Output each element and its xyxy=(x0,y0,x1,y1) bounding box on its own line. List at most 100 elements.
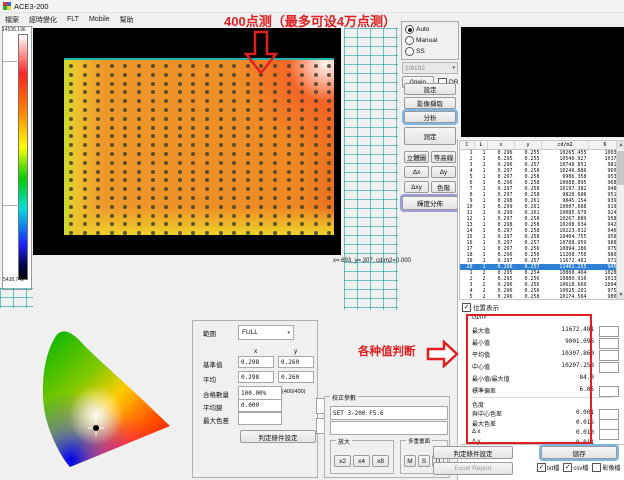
measurement-table[interactable]: CLxycd/m2K110.2960.25510265.45510038210.… xyxy=(459,140,624,300)
measurement-point xyxy=(123,117,127,121)
radio-manual[interactable]: Manual xyxy=(405,35,458,46)
ref-field-y[interactable]: 0.260 xyxy=(278,371,314,383)
range-label: 範圍 xyxy=(203,328,216,338)
measurement-point xyxy=(327,222,331,226)
measurement-point xyxy=(327,178,331,182)
ref-field-y[interactable]: 0.260 xyxy=(278,356,314,368)
scroll-down-icon[interactable]: ▼ xyxy=(617,291,624,299)
solid-view-button[interactable]: 立體圖 xyxy=(404,151,429,163)
file-check-txt檔[interactable]: ✓txt檔 xyxy=(537,463,559,472)
excel-report-button[interactable]: Excel Report xyxy=(433,462,513,475)
measurement-display[interactable] xyxy=(33,28,341,255)
measurement-point xyxy=(287,222,291,226)
measurement-point xyxy=(246,214,250,218)
colorbar-min-label: 5438.749 xyxy=(3,277,33,283)
max-color-diff-field[interactable] xyxy=(238,412,282,425)
file-check-csv檔[interactable]: ✓csv檔 xyxy=(563,463,588,472)
measurement-point xyxy=(259,222,263,226)
zoom-x4-button[interactable]: x4 xyxy=(353,455,370,467)
judge-condition-button-2[interactable]: 判定條件設定 xyxy=(433,446,513,459)
measurement-point xyxy=(96,231,100,235)
checkbox-icon: ✓ xyxy=(563,463,572,472)
stat-label: 最大值 xyxy=(472,326,490,335)
measurement-point xyxy=(69,143,73,147)
multi-m-button[interactable]: M xyxy=(404,455,416,467)
stat-row: 最小值/最大值84.0 xyxy=(472,374,594,383)
save-button[interactable]: 儲存 xyxy=(541,446,617,459)
measure-button[interactable]: 測定 xyxy=(404,127,456,145)
delta-x-button[interactable]: Δx xyxy=(404,166,429,178)
measurement-point xyxy=(164,82,168,86)
ref-field-x[interactable]: 0.298 xyxy=(238,356,274,368)
radio-ss[interactable]: SS xyxy=(405,46,458,57)
measurement-point xyxy=(259,134,263,138)
measurement-point xyxy=(300,222,304,226)
measurement-point xyxy=(191,170,195,174)
measurement-point xyxy=(83,187,87,191)
measurement-point xyxy=(205,73,209,77)
menu-item[interactable]: 幫助 xyxy=(120,15,134,25)
capture-button[interactable]: 影像擷取 xyxy=(404,97,456,109)
measurement-point xyxy=(178,214,182,218)
calibration-preset-field[interactable]: SET 3-200 F5.6 xyxy=(330,406,448,420)
measurement-point xyxy=(191,73,195,77)
measurement-point xyxy=(314,73,318,77)
stat-value: 0.011 xyxy=(576,439,594,446)
scrollbar-thumb[interactable] xyxy=(617,151,624,185)
stat-value: 11672.481 xyxy=(561,326,594,335)
ref-field-x[interactable]: 0.298 xyxy=(238,371,274,383)
measurement-point xyxy=(83,214,87,218)
menu-item[interactable]: FLT xyxy=(67,16,79,23)
measurement-point xyxy=(232,117,236,121)
position-display-checkbox[interactable]: ✓ 位置表示 xyxy=(462,302,499,312)
measurement-point xyxy=(164,205,168,209)
judge-condition-button[interactable]: 判定條件設定 xyxy=(240,430,316,443)
menu-item[interactable]: Mobile xyxy=(89,16,110,23)
menu-item[interactable]: 經時變化 xyxy=(29,15,57,25)
contour-button[interactable]: 等高線 xyxy=(431,151,456,163)
table-row[interactable]: 520.2960.25810174.5649801 xyxy=(460,294,622,300)
average-dev-field[interactable]: 0.000 xyxy=(238,399,282,412)
measurement-point xyxy=(287,99,291,103)
scroll-up-icon[interactable]: ▲ xyxy=(617,141,624,149)
levels-button[interactable]: 色階 xyxy=(431,181,456,193)
measurement-point xyxy=(151,90,155,94)
measurement-point xyxy=(151,99,155,103)
measurement-point xyxy=(219,126,223,130)
average-dev-label: 平均變 xyxy=(203,402,223,412)
range-select[interactable]: FULL ▾ xyxy=(238,325,294,340)
measurement-point xyxy=(178,108,182,112)
file-check-影像檔[interactable]: 影像檔 xyxy=(592,463,620,472)
measurement-point xyxy=(164,187,168,191)
analyze-button[interactable]: 分析 xyxy=(404,111,456,123)
measurement-point xyxy=(300,231,304,235)
measurement-point xyxy=(259,152,263,156)
measurement-point xyxy=(137,82,141,86)
judge-result-box xyxy=(599,338,619,349)
zoom-x2-button[interactable]: x2 xyxy=(334,455,351,467)
measurement-point xyxy=(219,187,223,191)
multi-s-button[interactable]: S xyxy=(418,455,430,467)
measurement-point xyxy=(259,90,263,94)
delta-y-button[interactable]: Δy xyxy=(431,166,456,178)
file-check-label: txt檔 xyxy=(547,463,559,472)
measurement-point xyxy=(151,152,155,156)
table-scrollbar[interactable]: ▲ ▼ xyxy=(616,141,624,299)
app-logo-icon xyxy=(3,2,11,10)
measurement-point xyxy=(300,161,304,165)
luminance-distribution-button[interactable]: 輝度分佈 xyxy=(402,196,458,210)
measurement-point xyxy=(300,187,304,191)
delta-xy-button[interactable]: Δxy xyxy=(404,181,429,193)
zoom-x8-button[interactable]: x8 xyxy=(372,455,389,467)
measurement-point xyxy=(232,82,236,86)
stat-label: Δ x xyxy=(472,429,480,436)
measurement-point xyxy=(191,143,195,147)
measurement-point xyxy=(123,134,127,138)
measurement-point xyxy=(232,178,236,182)
menu-item[interactable]: 檔案 xyxy=(5,15,19,25)
settings-button[interactable]: 設定 xyxy=(404,83,456,95)
pass-count-field[interactable]: 100.00% xyxy=(238,386,282,400)
measurement-point xyxy=(273,99,277,103)
calibration-extra-field[interactable] xyxy=(330,421,448,435)
shutter-select[interactable]: 1/8192 ▾ xyxy=(402,62,458,74)
